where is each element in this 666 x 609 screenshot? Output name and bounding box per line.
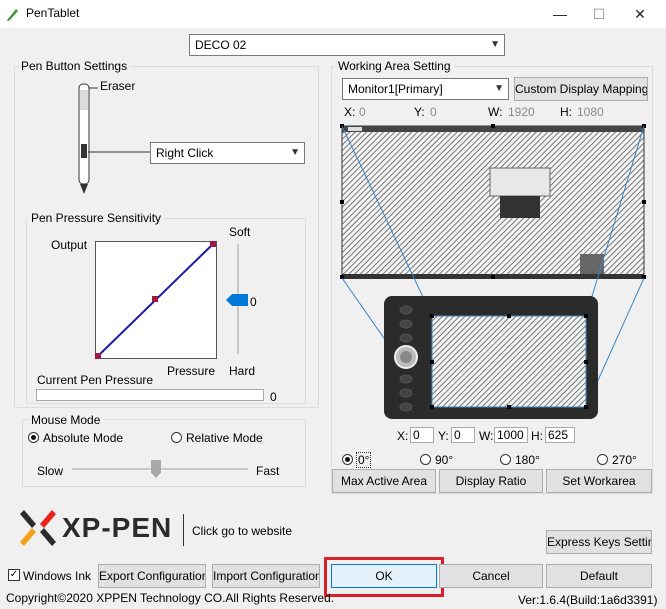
- custom-display-mapping-button[interactable]: Custom Display Mapping: [514, 77, 648, 101]
- pressure-group-label: Pen Pressure Sensitivity: [28, 211, 165, 225]
- version-text: Ver:1.6.4(Build:1a6d3391): [518, 593, 658, 607]
- absolute-mode-radio[interactable]: [28, 432, 39, 443]
- pen-button-select-value: Right Click: [156, 146, 214, 160]
- current-pressure-label: Current Pen Pressure: [37, 373, 154, 387]
- xp-pen-logo-icon[interactable]: [18, 506, 58, 550]
- pressure-curve-graph[interactable]: [95, 241, 217, 359]
- fast-label: Fast: [256, 464, 280, 478]
- rotation-90-radio[interactable]: [420, 454, 431, 465]
- brand-divider: [183, 514, 184, 546]
- absolute-mode-label: Absolute Mode: [43, 431, 124, 445]
- chevron-down-icon: ▼: [494, 83, 504, 94]
- website-link[interactable]: Click go to website: [192, 524, 292, 538]
- rotation-270-label: 270°: [612, 453, 637, 467]
- hard-label: Hard: [229, 364, 256, 378]
- windows-ink-checkbox[interactable]: ✓: [8, 569, 20, 581]
- tablet-y-label: Y:: [438, 429, 449, 443]
- tablet-w-label: W:: [479, 429, 494, 443]
- pressure-label: Pressure: [167, 364, 216, 378]
- copyright-text: Copyright©2020 XPPEN Technology CO.All R…: [6, 591, 335, 605]
- device-select[interactable]: DECO 02 ▼: [189, 34, 505, 56]
- pen-illustration: [78, 83, 150, 194]
- display-ratio-button[interactable]: Display Ratio: [439, 469, 543, 493]
- tablet-x-label: X:: [397, 429, 409, 443]
- output-label: Output: [51, 238, 88, 252]
- screen-x-value: 0: [359, 105, 366, 119]
- maximize-button[interactable]: ☐: [587, 4, 611, 24]
- tablet-x-input[interactable]: 0: [410, 427, 434, 443]
- relative-mode-label: Relative Mode: [186, 431, 263, 445]
- screen-y-value: 0: [430, 105, 437, 119]
- pen-button-select[interactable]: Right Click ▼: [150, 142, 305, 164]
- soft-label: Soft: [229, 225, 251, 239]
- screen-w-label: W:: [488, 105, 503, 119]
- export-configuration-button[interactable]: Export Configuration: [98, 564, 206, 588]
- close-button[interactable]: ✕: [628, 4, 652, 24]
- working-area-preview[interactable]: [340, 124, 646, 432]
- screen-h-value: 1080: [577, 105, 604, 119]
- relative-mode-radio[interactable]: [171, 432, 182, 443]
- monitor-select-value: Monitor1[Primary]: [348, 82, 443, 96]
- rotation-270-radio[interactable]: [597, 454, 608, 465]
- cancel-button[interactable]: Cancel: [439, 564, 543, 588]
- slow-label: Slow: [37, 464, 64, 478]
- current-pressure-bar: [36, 389, 264, 401]
- set-workarea-button[interactable]: Set Workarea: [546, 469, 652, 493]
- pen-button-group-label: Pen Button Settings: [18, 59, 131, 73]
- window-title: PenTablet: [26, 6, 80, 20]
- rotation-180-label: 180°: [515, 453, 540, 467]
- import-configuration-button[interactable]: Import Configuration: [212, 564, 320, 588]
- tablet-w-input[interactable]: 1000: [494, 427, 528, 443]
- tablet-y-input[interactable]: 0: [451, 427, 475, 443]
- current-pressure-value: 0: [270, 390, 277, 404]
- app-icon: [7, 9, 18, 21]
- eraser-label: Eraser: [100, 79, 136, 93]
- express-keys-button[interactable]: Express Keys Setting: [546, 530, 652, 554]
- rotation-180-radio[interactable]: [500, 454, 511, 465]
- tablet-h-input[interactable]: 625: [545, 427, 575, 443]
- chevron-down-icon: ▼: [490, 39, 500, 50]
- windows-ink-label: Windows Ink: [23, 569, 92, 583]
- working-area-group-label: Working Area Setting: [335, 59, 454, 73]
- pressure-slider-value: 0: [250, 295, 257, 309]
- tablet-h-label: H:: [531, 429, 543, 443]
- pressure-slider-thumb[interactable]: [226, 294, 248, 306]
- max-active-area-button[interactable]: Max Active Area: [332, 469, 436, 493]
- device-select-value: DECO 02: [195, 38, 247, 52]
- screen-y-label: Y:: [414, 105, 425, 119]
- chevron-down-icon: ▼: [290, 147, 300, 158]
- screen-h-label: H:: [560, 105, 572, 119]
- screen-x-label: X:: [344, 105, 356, 119]
- rotation-90-label: 90°: [435, 453, 454, 467]
- rotation-0-radio[interactable]: [342, 454, 353, 465]
- monitor-select[interactable]: Monitor1[Primary] ▼: [342, 78, 509, 100]
- rotation-0-label: 0°: [356, 452, 372, 468]
- ok-button[interactable]: OK: [331, 564, 437, 588]
- mouse-mode-group-label: Mouse Mode: [28, 413, 104, 427]
- default-button[interactable]: Default: [546, 564, 652, 588]
- minimize-button[interactable]: —: [548, 4, 572, 24]
- xp-pen-logo-text: XP-PEN: [62, 512, 173, 543]
- screen-w-value: 1920: [508, 105, 535, 119]
